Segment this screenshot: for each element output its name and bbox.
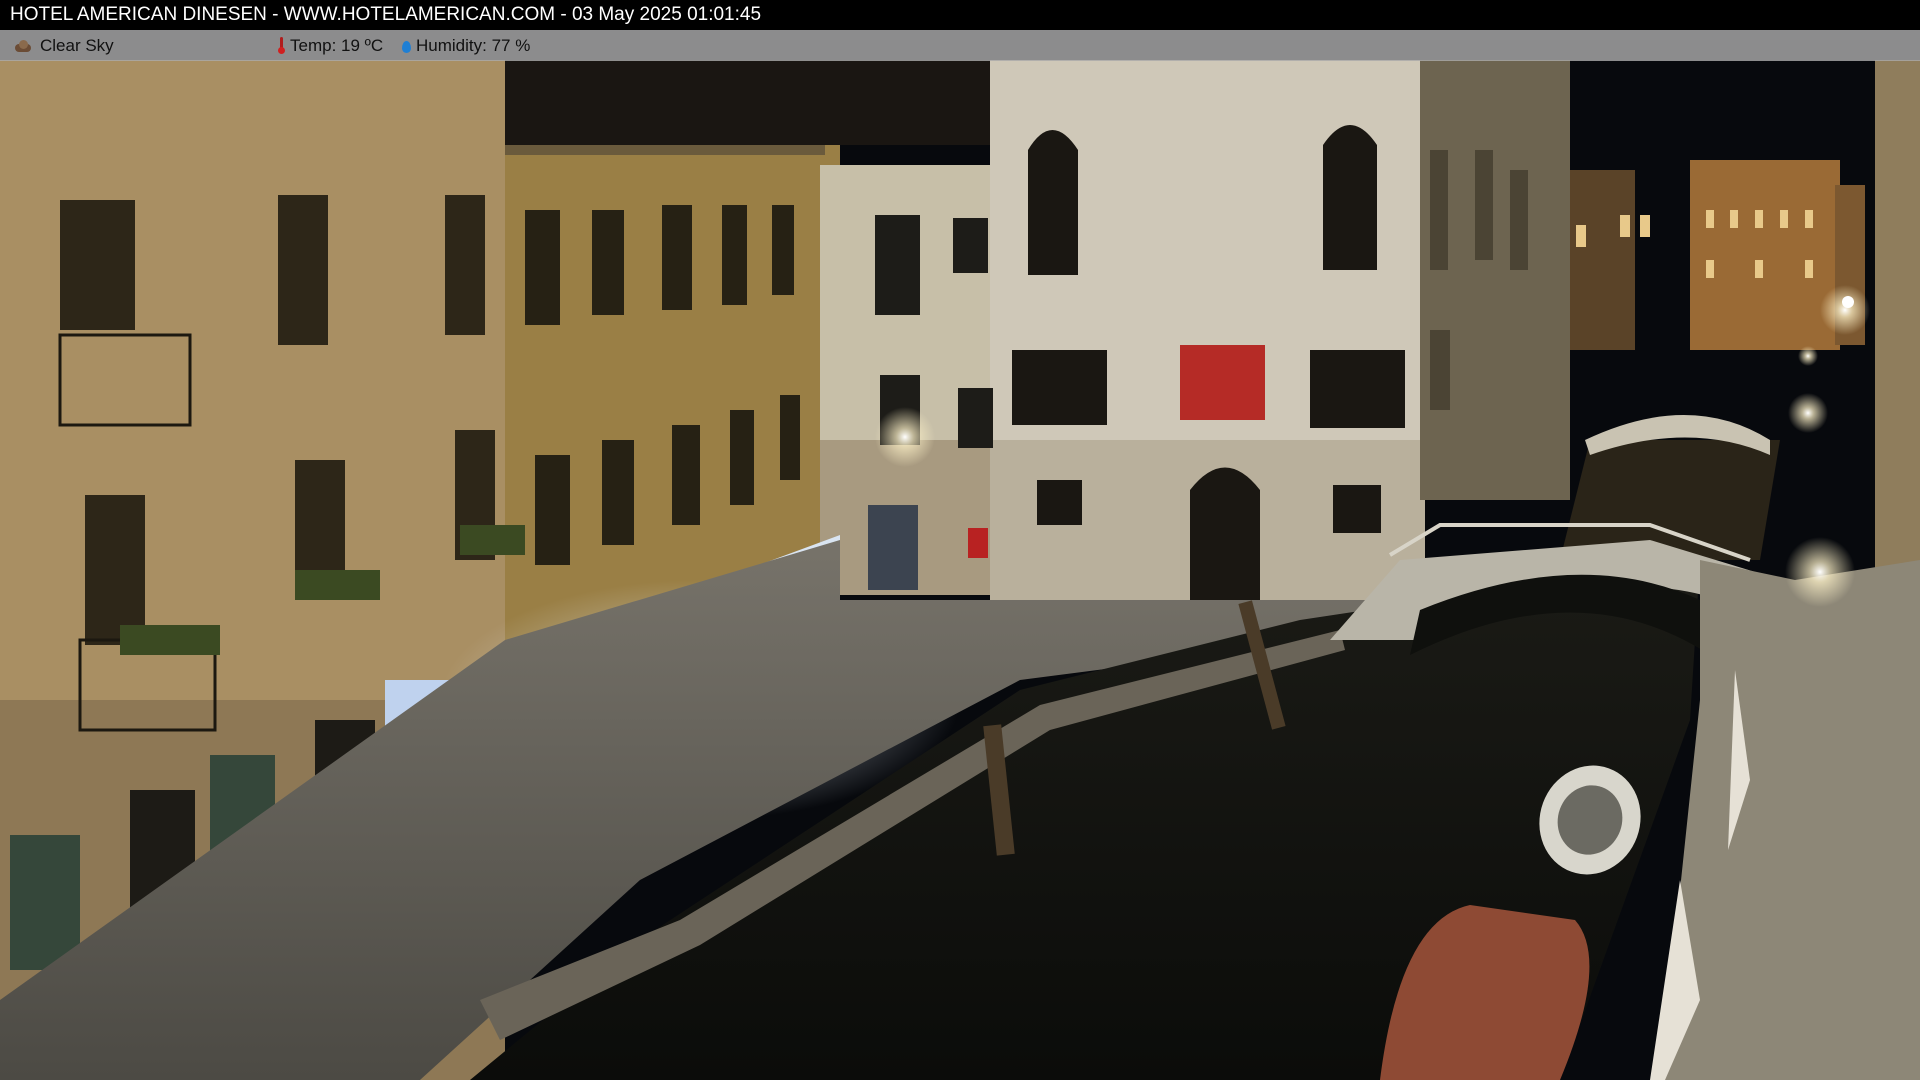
humidity-label: Humidity: 77 % — [416, 36, 531, 55]
cloud-icon — [14, 39, 32, 52]
temperature-label: Temp: 19 ºC — [290, 36, 384, 55]
webcam-title-bar: HOTEL AMERICAN DINESEN - WWW.HOTELAMERIC… — [0, 0, 1920, 30]
webcam-image — [0, 0, 1920, 1080]
weather-condition: Clear Sky — [14, 30, 114, 61]
temperature-reading: Temp: 19 ºC — [278, 30, 383, 61]
weather-bar: Clear Sky Temp: 19 ºC Humidity: 77 % — [0, 30, 1920, 61]
webcam-view: HOTEL AMERICAN DINESEN - WWW.HOTELAMERIC… — [0, 0, 1920, 1080]
webcam-title: HOTEL AMERICAN DINESEN - WWW.HOTELAMERIC… — [10, 4, 762, 25]
water-drop-icon — [402, 41, 411, 53]
humidity-reading: Humidity: 77 % — [402, 30, 530, 61]
weather-condition-label: Clear Sky — [40, 36, 114, 55]
thermometer-icon — [278, 37, 285, 54]
